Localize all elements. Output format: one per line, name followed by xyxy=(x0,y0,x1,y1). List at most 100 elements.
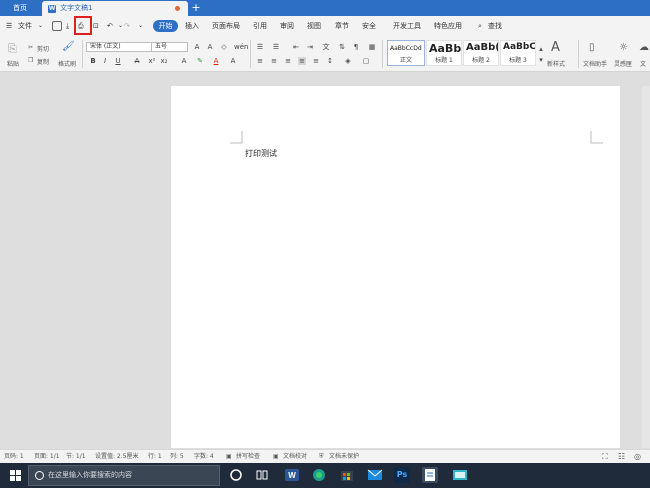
doc-proof-icon[interactable]: ▣ xyxy=(273,450,279,464)
edge-browser-icon[interactable] xyxy=(311,467,327,483)
justify-icon[interactable]: ≡ xyxy=(298,57,306,65)
underline-icon[interactable]: U xyxy=(114,57,122,65)
status-word-count[interactable]: 字数: 4 xyxy=(194,450,214,464)
doc-protect-icon[interactable]: ⛨ xyxy=(319,450,324,464)
photoshop-app-icon[interactable]: Ps xyxy=(394,467,410,483)
chevron-down-icon[interactable]: ⌄ xyxy=(38,16,43,36)
redo-icon[interactable]: ↷ xyxy=(124,16,130,36)
style-heading-3[interactable]: AaBbC 标题 3 xyxy=(500,40,536,66)
distributed-icon[interactable]: ≡ xyxy=(312,57,320,65)
numbering-icon[interactable]: ☰ xyxy=(272,43,280,51)
char-shading-icon[interactable]: A xyxy=(229,57,237,65)
align-left-icon[interactable]: ≡ xyxy=(256,57,264,65)
spell-check-icon[interactable]: ▣ xyxy=(226,450,232,464)
tab-developer[interactable]: 开发工具 xyxy=(393,16,421,36)
cut-icon[interactable]: ✂ xyxy=(28,44,33,51)
shading-icon[interactable]: ◈ xyxy=(344,57,352,65)
paste-icon[interactable]: ⎘ xyxy=(8,42,17,56)
copy-label[interactable]: 复制 xyxy=(37,57,49,66)
tab-close-icon[interactable] xyxy=(175,6,180,11)
search-label[interactable]: 查找 xyxy=(488,16,502,36)
shrink-font-icon[interactable]: A xyxy=(206,43,214,51)
tab-view[interactable]: 视图 xyxy=(307,16,321,36)
show-marks-icon[interactable]: ¶ xyxy=(352,43,360,51)
align-center-icon[interactable]: ≡ xyxy=(270,57,278,65)
copy-icon[interactable]: ❐ xyxy=(28,57,33,64)
font-color-icon[interactable]: A xyxy=(212,57,220,65)
tab-insert[interactable]: 插入 xyxy=(185,16,199,36)
borders-icon[interactable]: ▢ xyxy=(362,57,370,65)
tab-chapter[interactable]: 章节 xyxy=(335,16,349,36)
new-style-label[interactable]: 新样式 xyxy=(547,59,565,68)
windows-start-icon[interactable] xyxy=(4,463,26,488)
new-tab-button[interactable]: + xyxy=(190,0,202,16)
web-view-icon[interactable]: ◎ xyxy=(634,450,641,464)
format-painter-icon[interactable]: 🖌 xyxy=(62,41,75,52)
export-pdf-icon[interactable]: ⤓ xyxy=(66,16,69,36)
status-section[interactable]: 节: 1/1 xyxy=(66,450,86,464)
inspiration-icon[interactable]: ☼ xyxy=(619,42,628,53)
cloud-label[interactable]: 文 xyxy=(640,59,646,68)
format-painter-label[interactable]: 格式刷 xyxy=(58,59,76,68)
status-spell-check[interactable]: 拼写检查 xyxy=(236,450,260,464)
cloud-icon[interactable]: ☁ xyxy=(639,42,649,53)
strikethrough-icon[interactable]: A xyxy=(133,57,141,65)
style-heading-2[interactable]: AaBb( 标题 2 xyxy=(463,40,499,66)
paste-label[interactable]: 粘贴 xyxy=(7,59,19,68)
wps-app-icon[interactable] xyxy=(422,467,438,483)
style-heading-1[interactable]: AaBb 标题 1 xyxy=(426,40,462,66)
mail-app-icon[interactable] xyxy=(367,467,383,483)
italic-icon[interactable]: I xyxy=(101,57,109,65)
chinese-layout-icon[interactable]: 文 xyxy=(322,43,330,51)
document-tab[interactable]: W 文字文稿1 xyxy=(42,1,188,16)
status-page-number[interactable]: 页码: 1 xyxy=(4,450,24,464)
tab-page-layout[interactable]: 页面布局 xyxy=(212,16,240,36)
customize-icon[interactable]: ⌄ xyxy=(138,16,143,36)
subscript-icon[interactable]: x₂ xyxy=(160,57,168,65)
status-doc-proof[interactable]: 文档校对 xyxy=(283,450,307,464)
decrease-indent-icon[interactable]: ⇤ xyxy=(292,43,300,51)
status-row[interactable]: 行: 1 xyxy=(148,450,162,464)
hamburger-icon[interactable]: ☰ xyxy=(6,16,12,36)
tab-security[interactable]: 安全 xyxy=(362,16,376,36)
doc-assistant-label[interactable]: 文档助手 xyxy=(583,59,607,68)
page-view-icon[interactable]: ☷ xyxy=(618,450,625,464)
increase-indent-icon[interactable]: ⇥ xyxy=(306,43,314,51)
tab-review[interactable]: 审阅 xyxy=(280,16,294,36)
cut-label[interactable]: 剪切 xyxy=(37,44,49,53)
new-style-icon[interactable]: A xyxy=(551,40,560,55)
file-menu[interactable]: 文件 xyxy=(18,16,32,36)
style-normal[interactable]: AaBbCcDd 正文 xyxy=(387,40,425,66)
phonetic-icon[interactable]: wén xyxy=(234,43,248,51)
tab-featured-apps[interactable]: 特色应用 xyxy=(434,16,462,36)
task-view-icon[interactable] xyxy=(254,467,270,483)
home-tab[interactable]: 首页 xyxy=(0,0,40,16)
status-column[interactable]: 列: 5 xyxy=(170,450,184,464)
bold-icon[interactable]: B xyxy=(89,57,97,65)
inspiration-label[interactable]: 灵感匣 xyxy=(614,59,632,68)
remote-desktop-icon[interactable] xyxy=(452,467,468,483)
styles-scroll-up-icon[interactable]: ▴ xyxy=(537,45,545,53)
tab-references[interactable]: 引用 xyxy=(253,16,267,36)
word-app-icon[interactable]: W xyxy=(284,467,300,483)
search-icon[interactable]: ⌕ xyxy=(478,16,482,36)
cortana-icon[interactable] xyxy=(228,467,244,483)
document-text[interactable]: 打印测试 xyxy=(245,148,277,159)
doc-assistant-icon[interactable]: ▯ xyxy=(589,42,595,53)
sort-icon[interactable]: ⇅ xyxy=(338,43,346,51)
status-pages[interactable]: 页面: 1/1 xyxy=(34,450,60,464)
superscript-icon[interactable]: x² xyxy=(148,57,156,65)
tab-start[interactable]: 开始 xyxy=(153,20,178,32)
status-doc-protect[interactable]: 文档未保护 xyxy=(329,450,359,464)
store-icon[interactable] xyxy=(339,467,355,483)
line-spacing-icon[interactable]: ↕ xyxy=(326,57,334,65)
grow-font-icon[interactable]: A xyxy=(193,43,201,51)
status-setting-value[interactable]: 设置值: 2.5厘米 xyxy=(95,450,138,464)
text-effect-icon[interactable]: A xyxy=(180,57,188,65)
save-icon[interactable] xyxy=(52,21,62,31)
undo-dropdown-icon[interactable]: ⌄ xyxy=(118,16,123,36)
clear-format-icon[interactable]: ◇ xyxy=(220,43,228,51)
highlight-color-icon[interactable]: ✎ xyxy=(196,57,204,65)
undo-icon[interactable]: ↶ xyxy=(107,16,113,36)
fullscreen-icon[interactable]: ⛶ xyxy=(602,450,608,464)
